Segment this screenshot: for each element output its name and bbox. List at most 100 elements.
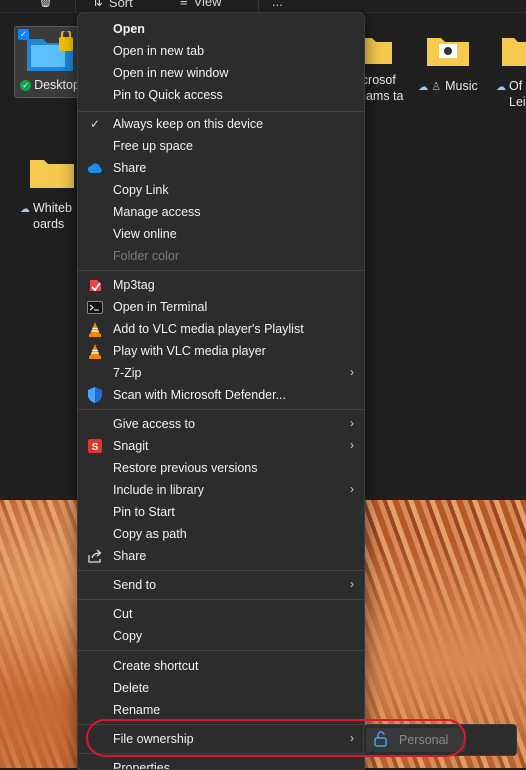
menu-item-label: Always keep on this device	[113, 117, 264, 131]
menu-item-label: Include in library	[113, 483, 205, 497]
toolbar-divider	[75, 0, 76, 12]
menu-item-open-new-window[interactable]: Open in new window	[78, 62, 364, 84]
menu-item-label: Copy Link	[113, 183, 169, 197]
menu-item-label: Give access to	[113, 417, 195, 431]
menu-separator	[78, 270, 364, 271]
menu-item-pin-quick-access[interactable]: Pin to Quick access	[78, 84, 364, 106]
context-menu: Open Open in new tab Open in new window …	[77, 12, 365, 770]
menu-item-give-access[interactable]: Give access to ›	[78, 413, 364, 435]
folder-music[interactable]: ☁ ♙ Music	[410, 34, 486, 96]
menu-item-properties[interactable]: Properties	[78, 757, 364, 770]
menu-item-label: Play with VLC media player	[113, 344, 266, 358]
menu-item-label: Rename	[113, 703, 161, 717]
cloud-icon: ☁	[418, 82, 429, 93]
menu-item-label: Folder color	[113, 249, 179, 263]
folder-desktop[interactable]: ✓ ✓ Desktop	[14, 26, 86, 98]
folder-name: Whiteboards	[33, 201, 72, 231]
cloud-icon: ☁	[496, 82, 506, 93]
vlc-cone-icon	[87, 321, 103, 337]
menu-item-open[interactable]: Open	[78, 18, 364, 40]
menu-item-defender[interactable]: Scan with Microsoft Defender...	[78, 384, 364, 406]
menu-item-label: Pin to Quick access	[113, 88, 223, 102]
folder-name: Desktop	[34, 78, 80, 92]
menu-item-label: Share	[113, 161, 147, 175]
menu-item-open-terminal[interactable]: Open in Terminal	[78, 296, 364, 318]
menu-item-copy-link[interactable]: Copy Link	[78, 179, 364, 201]
snagit-icon: S	[87, 438, 103, 454]
menu-item-label: Open in new tab	[113, 44, 205, 58]
view-label: View	[193, 0, 222, 9]
folder-name: Music	[445, 79, 478, 93]
menu-item-copy[interactable]: Copy	[78, 625, 364, 647]
menu-item-label: Properties	[113, 761, 170, 770]
chevron-right-icon: ›	[350, 438, 354, 452]
menu-item-label: Create shortcut	[113, 659, 199, 673]
menu-separator	[78, 650, 364, 651]
synced-check-icon: ✓	[20, 80, 32, 92]
vlc-cone-icon	[87, 343, 103, 359]
view-button[interactable]: ≡ View	[180, 0, 222, 9]
menu-item-manage-access[interactable]: Manage access	[78, 201, 364, 223]
toolbar-divider	[258, 0, 259, 12]
menu-item-free-up-space[interactable]: Free up space	[78, 135, 364, 157]
mp3tag-icon	[87, 277, 103, 293]
cloud-icon: ☁	[20, 204, 30, 215]
menu-item-mp3tag[interactable]: Mp3tag	[78, 274, 364, 296]
menu-item-restore-versions[interactable]: Restore previous versions	[78, 457, 364, 479]
menu-item-label: Mp3tag	[113, 278, 155, 292]
onedrive-cloud-icon	[87, 160, 103, 176]
selection-checkbox-icon[interactable]: ✓	[18, 29, 29, 40]
menu-separator	[78, 111, 364, 112]
menu-item-vlc-play[interactable]: Play with VLC media player	[78, 340, 364, 362]
svg-text:S: S	[92, 442, 99, 453]
menu-item-share[interactable]: Share	[78, 545, 364, 567]
sort-button[interactable]: ⇅ Sort	[92, 0, 133, 10]
menu-item-view-online[interactable]: View online	[78, 223, 364, 245]
menu-item-label: Cut	[113, 607, 133, 621]
menu-item-label: Manage access	[113, 205, 201, 219]
menu-item-create-shortcut[interactable]: Create shortcut	[78, 655, 364, 677]
defender-shield-icon	[87, 387, 103, 403]
menu-item-snagit[interactable]: S Snagit ›	[78, 435, 364, 457]
share-icon	[87, 548, 103, 564]
menu-item-delete[interactable]: Delete	[78, 677, 364, 699]
menu-item-open-new-tab[interactable]: Open in new tab	[78, 40, 364, 62]
folder-icon	[30, 160, 74, 188]
menu-item-include-library[interactable]: Include in library ›	[78, 479, 364, 501]
view-icon: ≡	[180, 0, 188, 9]
menu-item-label: Share	[113, 549, 147, 563]
menu-item-rename[interactable]: Rename	[78, 699, 364, 721]
menu-item-label: Delete	[113, 681, 150, 695]
sort-label: Sort	[108, 0, 133, 10]
folder-icon	[362, 38, 392, 64]
menu-separator	[78, 599, 364, 600]
menu-item-vlc-playlist[interactable]: Add to VLC media player's Playlist	[78, 318, 364, 340]
menu-item-pin-start[interactable]: Pin to Start	[78, 501, 364, 523]
folder-name: Of Lei	[509, 79, 526, 109]
menu-item-label: Restore previous versions	[113, 461, 258, 475]
menu-item-always-keep[interactable]: ✓ Always keep on this device	[78, 113, 364, 135]
menu-item-share-onedrive[interactable]: Share	[78, 157, 364, 179]
menu-item-copy-path[interactable]: Copy as path	[78, 523, 364, 545]
trash-icon: 🗑	[38, 0, 54, 8]
chevron-right-icon: ›	[350, 482, 354, 496]
menu-item-label: Copy as path	[113, 527, 187, 541]
delete-toolbar-button[interactable]: 🗑	[38, 0, 53, 8]
menu-item-folder-color: Folder color	[78, 245, 364, 267]
terminal-icon	[87, 299, 103, 315]
folder-office-lens[interactable]: ☁ Of Lei	[496, 34, 526, 110]
menu-item-label: Send to	[113, 578, 157, 592]
folder-whiteboards[interactable]: ☁ Whiteboards	[16, 156, 80, 232]
chevron-right-icon: ›	[350, 365, 354, 379]
chevron-right-icon: ›	[350, 577, 354, 591]
sort-icon: ⇅	[92, 0, 103, 9]
menu-item-send-to[interactable]: Send to ›	[78, 574, 364, 596]
more-options-button[interactable]: ...	[272, 0, 283, 9]
menu-item-7zip[interactable]: 7-Zip ›	[78, 362, 364, 384]
folder-icon	[502, 38, 526, 66]
menu-item-label: Snagit	[113, 439, 149, 453]
menu-item-label: Open	[113, 22, 145, 36]
menu-item-label: Open in Terminal	[113, 300, 208, 314]
menu-item-cut[interactable]: Cut	[78, 603, 364, 625]
music-folder-icon	[427, 38, 469, 66]
